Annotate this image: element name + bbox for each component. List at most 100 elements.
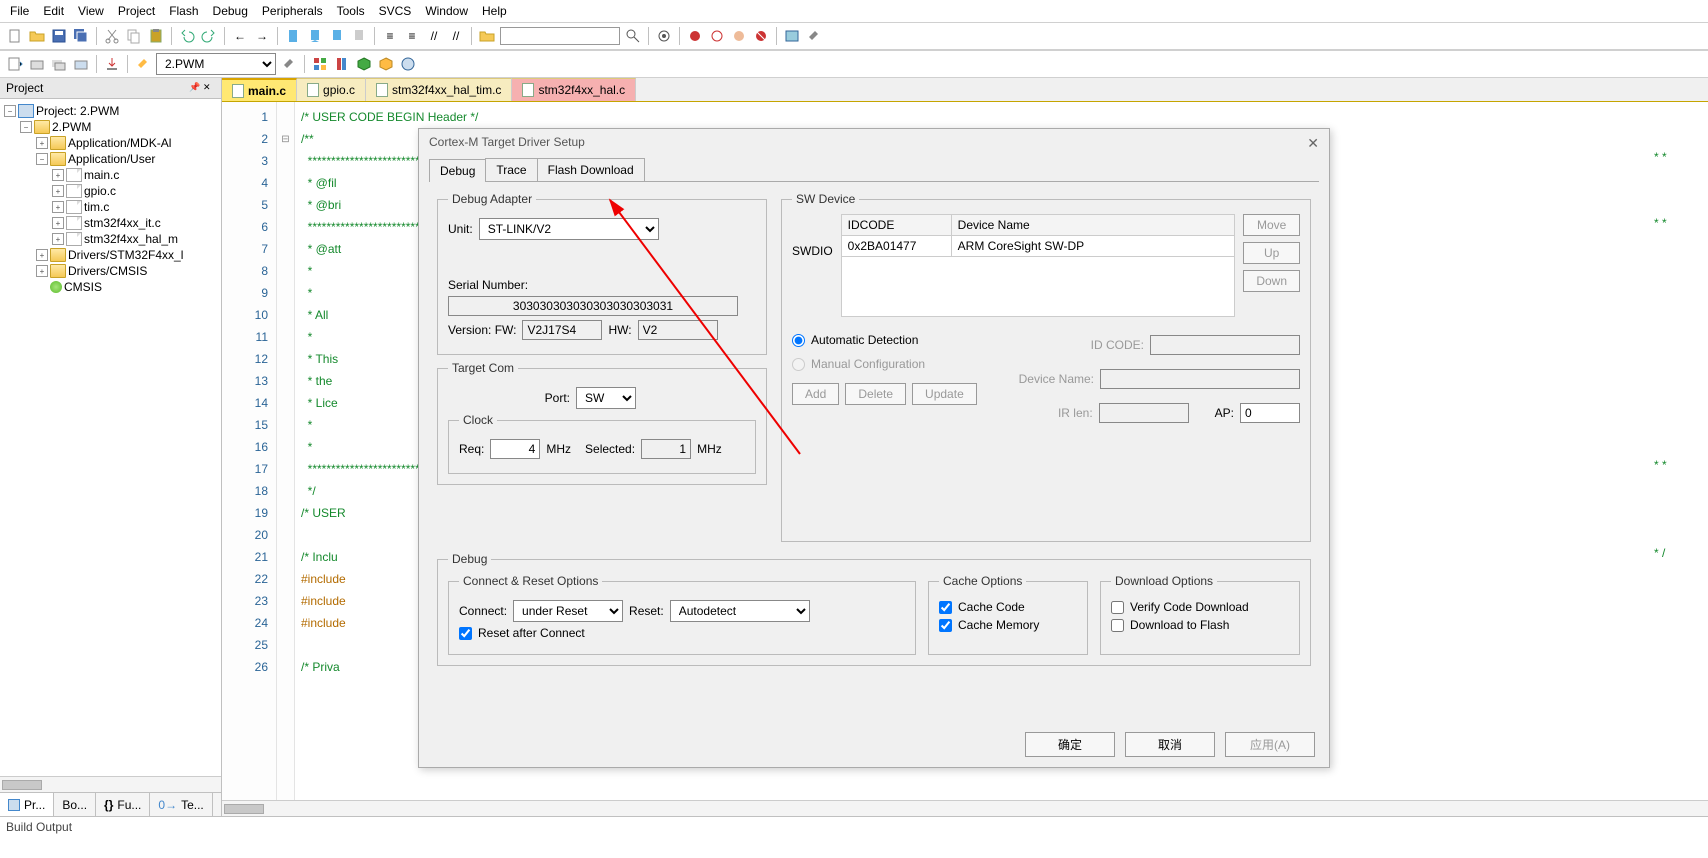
cache-code-checkbox[interactable] bbox=[939, 601, 952, 614]
tree-group[interactable]: Drivers/CMSIS bbox=[68, 264, 147, 278]
redo-icon[interactable] bbox=[200, 27, 218, 45]
tab-hal-c[interactable]: stm32f4xx_hal.c bbox=[512, 78, 636, 101]
translate-icon[interactable] bbox=[6, 55, 24, 73]
breakpoint-insert-icon[interactable] bbox=[686, 27, 704, 45]
tab-project[interactable]: Pr... bbox=[0, 793, 54, 816]
tab-templates[interactable]: 0→Te... bbox=[150, 793, 212, 816]
tree-group[interactable]: Application/MDK-Al bbox=[68, 136, 171, 150]
expander-icon[interactable]: + bbox=[52, 217, 64, 229]
menu-tools[interactable]: Tools bbox=[337, 4, 365, 18]
up-button[interactable]: Up bbox=[1243, 242, 1300, 264]
batch-build-icon[interactable] bbox=[72, 55, 90, 73]
reset-after-checkbox[interactable] bbox=[459, 627, 472, 640]
expander-icon[interactable]: + bbox=[52, 201, 64, 213]
pack-refresh-icon[interactable] bbox=[377, 55, 395, 73]
req-field[interactable] bbox=[490, 439, 540, 459]
comment-icon[interactable]: // bbox=[425, 27, 443, 45]
delete-button[interactable]: Delete bbox=[845, 383, 906, 405]
down-button[interactable]: Down bbox=[1243, 270, 1300, 292]
cut-icon[interactable] bbox=[103, 27, 121, 45]
ap-field[interactable] bbox=[1240, 403, 1300, 423]
window-icon[interactable] bbox=[783, 27, 801, 45]
download-icon[interactable] bbox=[103, 55, 121, 73]
expander-icon[interactable]: − bbox=[4, 105, 16, 117]
build-icon[interactable] bbox=[28, 55, 46, 73]
port-select[interactable]: SW bbox=[576, 387, 636, 409]
tab-flash-download[interactable]: Flash Download bbox=[537, 158, 645, 181]
auto-detect-radio[interactable] bbox=[792, 334, 805, 347]
bookmark-prev-icon[interactable] bbox=[306, 27, 324, 45]
breakpoint-enable-icon[interactable] bbox=[708, 27, 726, 45]
tree-file[interactable]: tim.c bbox=[84, 200, 109, 214]
nav-back-icon[interactable]: ← bbox=[231, 27, 249, 45]
new-file-icon[interactable] bbox=[6, 27, 24, 45]
rebuild-icon[interactable] bbox=[50, 55, 68, 73]
open-icon[interactable] bbox=[28, 27, 46, 45]
nav-fwd-icon[interactable]: → bbox=[253, 27, 271, 45]
options-icon[interactable] bbox=[280, 55, 298, 73]
menu-peripherals[interactable]: Peripherals bbox=[262, 4, 323, 18]
verify-checkbox[interactable] bbox=[1111, 601, 1124, 614]
breakpoint-disable-icon[interactable] bbox=[730, 27, 748, 45]
add-button[interactable]: Add bbox=[792, 383, 839, 405]
cache-memory-checkbox[interactable] bbox=[939, 619, 952, 632]
menu-svcs[interactable]: SVCS bbox=[379, 4, 412, 18]
breakpoint-kill-icon[interactable] bbox=[752, 27, 770, 45]
undo-icon[interactable] bbox=[178, 27, 196, 45]
unit-select[interactable]: ST-LINK/V2 bbox=[479, 218, 659, 240]
expander-icon[interactable]: − bbox=[36, 153, 48, 165]
tree-group[interactable]: CMSIS bbox=[64, 280, 102, 294]
tree-file[interactable]: main.c bbox=[84, 168, 119, 182]
expander-icon[interactable]: + bbox=[52, 233, 64, 245]
find-in-files-icon[interactable] bbox=[478, 27, 496, 45]
target-options-icon[interactable] bbox=[134, 55, 152, 73]
expander-icon[interactable]: + bbox=[36, 137, 48, 149]
paste-icon[interactable] bbox=[147, 27, 165, 45]
save-all-icon[interactable] bbox=[72, 27, 90, 45]
tab-gpio-c[interactable]: gpio.c bbox=[297, 78, 366, 101]
reset-select[interactable]: Autodetect bbox=[670, 600, 810, 622]
save-icon[interactable] bbox=[50, 27, 68, 45]
uncomment-icon[interactable]: // bbox=[447, 27, 465, 45]
manage-rte-icon[interactable] bbox=[311, 55, 329, 73]
configure-icon[interactable] bbox=[805, 27, 823, 45]
target-select[interactable]: 2.PWM bbox=[156, 53, 276, 75]
indent-icon[interactable]: ≡ bbox=[381, 27, 399, 45]
download-flash-checkbox[interactable] bbox=[1111, 619, 1124, 632]
bookmark-clear-icon[interactable] bbox=[350, 27, 368, 45]
editor-hscroll[interactable] bbox=[222, 800, 1708, 816]
menu-file[interactable]: File bbox=[10, 4, 29, 18]
tree-group[interactable]: Application/User bbox=[68, 152, 155, 166]
bookmark-next-icon[interactable] bbox=[328, 27, 346, 45]
fold-column[interactable]: ⊟ bbox=[277, 102, 295, 800]
tab-functions[interactable]: {}Fu... bbox=[96, 793, 150, 816]
find-input[interactable] bbox=[500, 27, 620, 45]
manual-config-radio[interactable] bbox=[792, 358, 805, 371]
project-hscroll[interactable] bbox=[0, 776, 221, 792]
tab-debug[interactable]: Debug bbox=[429, 159, 486, 182]
tree-target[interactable]: 2.PWM bbox=[52, 120, 91, 134]
copy-icon[interactable] bbox=[125, 27, 143, 45]
tab-main-c[interactable]: main.c bbox=[222, 78, 297, 101]
menu-debug[interactable]: Debug bbox=[213, 4, 248, 18]
find-icon[interactable] bbox=[624, 27, 642, 45]
tree-file[interactable]: gpio.c bbox=[84, 184, 116, 198]
menu-flash[interactable]: Flash bbox=[169, 4, 198, 18]
tree-project-root[interactable]: Project: 2.PWM bbox=[36, 104, 119, 118]
menu-help[interactable]: Help bbox=[482, 4, 507, 18]
tree-file[interactable]: stm32f4xx_it.c bbox=[84, 216, 161, 230]
pin-icon[interactable]: 📌 bbox=[189, 82, 201, 94]
update-button[interactable]: Update bbox=[912, 383, 977, 405]
pack-web-icon[interactable] bbox=[399, 55, 417, 73]
table-row[interactable]: 0x2BA01477ARM CoreSight SW-DP bbox=[841, 236, 1235, 257]
tab-hal-tim-c[interactable]: stm32f4xx_hal_tim.c bbox=[366, 78, 512, 101]
expander-icon[interactable]: + bbox=[36, 265, 48, 277]
expander-icon[interactable]: + bbox=[52, 185, 64, 197]
expander-icon[interactable]: + bbox=[36, 249, 48, 261]
menu-edit[interactable]: Edit bbox=[43, 4, 64, 18]
project-tree[interactable]: − Project: 2.PWM − 2.PWM + Application/MDK-… bbox=[0, 99, 221, 776]
tree-group[interactable]: Drivers/STM32F4xx_l bbox=[68, 248, 183, 262]
move-button[interactable]: Move bbox=[1243, 214, 1300, 236]
tree-file[interactable]: stm32f4xx_hal_m bbox=[84, 232, 178, 246]
ok-button[interactable]: 确定 bbox=[1025, 732, 1115, 757]
